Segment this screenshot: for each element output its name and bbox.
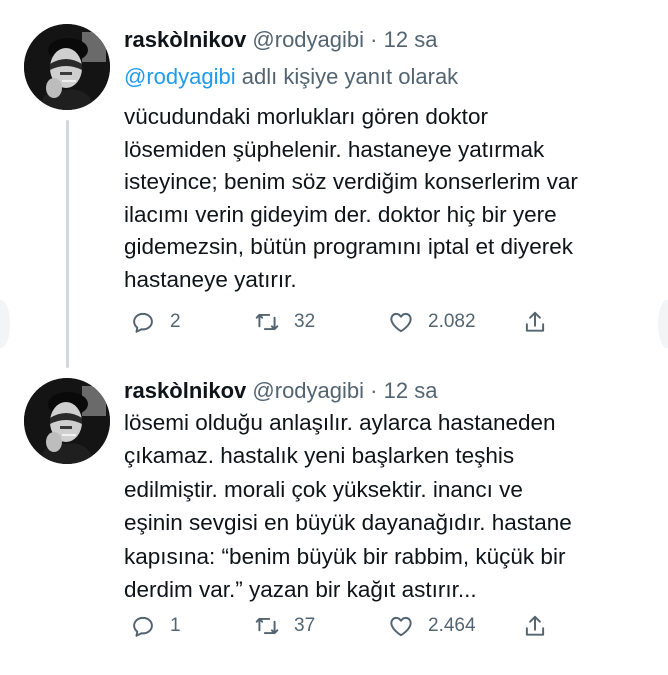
like-count: 2.082 [428,311,476,332]
timestamp[interactable]: 12 sa [384,378,438,403]
retweet-button[interactable]: 37 [254,610,315,642]
timestamp[interactable]: 12 sa [384,27,438,52]
tweet[interactable]: raskòlnikov @rodyagibi · 12 sa @rodyagib… [0,0,668,370]
author-name[interactable]: raskòlnikov [124,27,246,52]
like-count: 2.464 [428,615,476,636]
retweet-icon [255,313,279,331]
share-button[interactable] [522,306,548,338]
retweet-icon [255,617,279,635]
tweet-header: raskòlnikov @rodyagibi · 12 sa [124,378,437,404]
share-button[interactable] [522,610,548,642]
reply-mention-link[interactable]: @rodyagibi [124,64,236,89]
like-button[interactable]: 2.464 [388,610,476,642]
share-icon [525,615,545,636]
reply-button[interactable]: 1 [130,610,181,642]
separator: · [370,378,378,403]
retweet-button[interactable]: 32 [254,306,315,338]
share-icon [525,311,545,332]
like-button[interactable]: 2.082 [388,306,476,338]
retweet-count: 37 [294,615,316,636]
tweet-header: raskòlnikov @rodyagibi · 12 sa [124,27,437,53]
reply-icon [133,312,153,333]
tweet-text: lösemi olduğu anlaşılır. aylarca hastane… [124,410,572,603]
reply-icon [133,616,153,637]
like-icon [390,616,412,637]
reply-button[interactable]: 2 [130,306,181,338]
separator: · [370,27,378,52]
tweet-actions: 2 32 2.082 [124,306,654,338]
reply-count: 1 [170,615,181,636]
reply-context: @rodyagibi adlı kişiye yanıt olarak [124,64,458,90]
reply-context-text: adlı kişiye yanıt olarak [241,64,459,89]
tweet[interactable]: raskòlnikov @rodyagibi · 12 sa lösemi ol… [0,370,668,675]
avatar[interactable] [24,24,110,110]
reply-count: 2 [170,311,181,332]
tweet-actions: 1 37 2.464 [124,610,654,642]
tweet-text: vücudundaki morlukları gören doktor löse… [124,104,578,292]
author-handle[interactable]: @rodyagibi [252,378,364,403]
avatar[interactable] [24,378,110,464]
author-name[interactable]: raskòlnikov [124,378,246,403]
author-handle[interactable]: @rodyagibi [252,27,364,52]
like-icon [390,312,412,333]
retweet-count: 32 [294,311,316,332]
